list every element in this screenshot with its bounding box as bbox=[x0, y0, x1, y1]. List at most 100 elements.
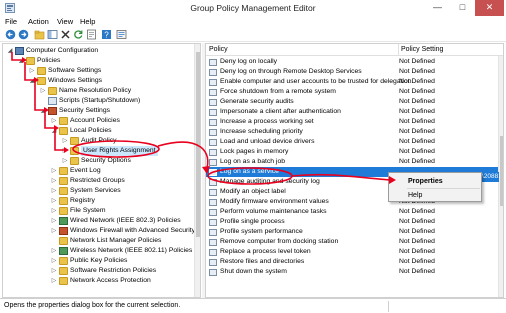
scrollbar-thumb[interactable] bbox=[196, 52, 200, 237]
folder-icon bbox=[59, 187, 68, 195]
menu-file[interactable]: File bbox=[5, 17, 17, 26]
policy-row[interactable]: Perform volume maintenance tasks Not Defi… bbox=[206, 207, 498, 217]
title-bar[interactable]: Group Policy Management Editor — □ ✕ bbox=[0, 0, 506, 16]
close-button[interactable]: ✕ bbox=[475, 0, 504, 16]
folder-icon bbox=[37, 67, 46, 75]
policy-row[interactable]: Deny log on locally Not Defined bbox=[206, 57, 498, 67]
policy-name: Generate security audits bbox=[220, 98, 294, 105]
expanded-arrow-icon[interactable]: ◢ bbox=[7, 46, 13, 56]
expanded-arrow-icon[interactable]: ◢ bbox=[18, 56, 24, 66]
details-pane[interactable]: Policy Policy Setting Deny log on locall… bbox=[205, 43, 504, 298]
collapsed-arrow-icon[interactable]: ▷ bbox=[51, 276, 57, 286]
collapsed-arrow-icon[interactable]: ▷ bbox=[51, 266, 57, 276]
menu-view[interactable]: View bbox=[57, 17, 73, 26]
collapsed-arrow-icon[interactable]: ▷ bbox=[29, 66, 35, 76]
policy-row[interactable]: Force shutdown from a remote system Not D… bbox=[206, 87, 498, 97]
maximize-button[interactable]: □ bbox=[450, 0, 475, 16]
minimize-button[interactable]: — bbox=[425, 0, 450, 16]
policy-icon bbox=[209, 109, 217, 116]
collapsed-arrow-icon[interactable]: ▷ bbox=[40, 86, 46, 96]
menu-action[interactable]: Action bbox=[28, 17, 49, 26]
computer-icon bbox=[15, 47, 24, 55]
folder-icon bbox=[59, 207, 68, 215]
collapsed-arrow-icon[interactable]: ▷ bbox=[51, 186, 57, 196]
export-list-icon[interactable] bbox=[86, 29, 97, 40]
show-hide-tree-icon[interactable] bbox=[47, 29, 58, 40]
delete-icon[interactable] bbox=[60, 29, 71, 40]
policy-row[interactable]: Generate security audits Not Defined bbox=[206, 97, 498, 107]
expanded-arrow-icon[interactable]: ◢ bbox=[29, 76, 35, 86]
scrollbar-thumb[interactable] bbox=[500, 136, 503, 206]
policy-name: Impersonate a client after authenticatio… bbox=[220, 108, 341, 115]
up-folder-icon[interactable] bbox=[34, 29, 45, 40]
collapsed-arrow-icon[interactable]: ▷ bbox=[51, 226, 57, 236]
wireless-icon bbox=[59, 247, 68, 255]
collapsed-arrow-icon[interactable]: ▷ bbox=[51, 176, 57, 186]
properties-icon[interactable] bbox=[116, 29, 127, 40]
policy-row[interactable]: Enable computer and user accounts to be … bbox=[206, 77, 498, 87]
column-header-policy-setting[interactable]: Policy Setting bbox=[401, 46, 443, 53]
policy-setting: Not Defined bbox=[399, 148, 435, 155]
policy-row[interactable]: Profile system performance Not Defined bbox=[206, 227, 498, 237]
policy-setting: Not Defined bbox=[399, 248, 435, 255]
collapsed-arrow-icon[interactable]: ▷ bbox=[51, 256, 57, 266]
context-menu-properties[interactable]: Properties bbox=[390, 175, 480, 188]
column-divider[interactable] bbox=[398, 44, 399, 56]
tree-item-label: Local Policies bbox=[70, 127, 112, 134]
policy-icon bbox=[209, 119, 217, 126]
collapsed-arrow-icon bbox=[40, 96, 46, 106]
folder-icon bbox=[59, 127, 68, 135]
policy-setting: Not Defined bbox=[399, 268, 435, 275]
collapsed-arrow-icon[interactable]: ▷ bbox=[62, 146, 68, 156]
policy-row[interactable]: Increase scheduling priority Not Defined bbox=[206, 127, 498, 137]
policy-name: Perform volume maintenance tasks bbox=[220, 208, 327, 215]
expanded-arrow-icon[interactable]: ◢ bbox=[51, 126, 57, 136]
collapsed-arrow-icon[interactable]: ▷ bbox=[51, 196, 57, 206]
policy-row[interactable]: Load and unload device drivers Not Define… bbox=[206, 137, 498, 147]
policy-row[interactable]: Remove computer from docking station Not … bbox=[206, 237, 498, 247]
policy-setting: Not Defined bbox=[399, 138, 435, 145]
policy-icon bbox=[209, 69, 217, 76]
tree-item-label: Software Settings bbox=[48, 67, 102, 74]
policy-icon bbox=[209, 159, 217, 166]
scripts-icon bbox=[48, 97, 57, 105]
tree-scrollbar[interactable] bbox=[194, 44, 200, 297]
collapsed-arrow-icon[interactable]: ▷ bbox=[62, 136, 68, 146]
context-menu-help[interactable]: Help bbox=[390, 189, 480, 202]
tree-item-label: Security Settings bbox=[59, 107, 110, 114]
forward-icon[interactable] bbox=[18, 29, 29, 40]
menu-help[interactable]: Help bbox=[80, 17, 95, 26]
policy-row[interactable]: Lock pages in memory Not Defined bbox=[206, 147, 498, 157]
policy-row[interactable]: Deny log on through Remote Desktop Servi… bbox=[206, 67, 498, 77]
refresh-icon[interactable] bbox=[73, 29, 84, 40]
tree-item-label: Wired Network (IEEE 802.3) Policies bbox=[70, 217, 181, 224]
policy-row[interactable]: Impersonate a client after authenticatio… bbox=[206, 107, 498, 117]
collapsed-arrow-icon[interactable]: ▷ bbox=[62, 156, 68, 166]
console-tree[interactable]: ◢ Computer Configuration ◢ Policies ▷ Softwar… bbox=[2, 43, 201, 298]
folder-icon bbox=[59, 267, 68, 275]
collapsed-arrow-icon[interactable]: ▷ bbox=[51, 246, 57, 256]
policy-row[interactable]: Profile single process Not Defined bbox=[206, 217, 498, 227]
tree-item-label: File System bbox=[70, 207, 106, 214]
policy-row[interactable]: Replace a process level token Not Defined bbox=[206, 247, 498, 257]
collapsed-arrow-icon[interactable]: ▷ bbox=[51, 116, 57, 126]
tree-item-label: Scripts (Startup/Shutdown) bbox=[59, 97, 141, 104]
policy-row[interactable]: Increase a process working set Not Define… bbox=[206, 117, 498, 127]
column-header-policy[interactable]: Policy bbox=[209, 46, 228, 53]
policy-name: Log on as a batch job bbox=[220, 158, 285, 165]
policy-row[interactable]: Restore files and directories Not Defined bbox=[206, 257, 498, 267]
expanded-arrow-icon[interactable]: ◢ bbox=[40, 106, 46, 116]
help-icon[interactable]: ? bbox=[101, 29, 112, 40]
app-window: Group Policy Management Editor — □ ✕ Fil… bbox=[0, 0, 506, 313]
policy-icon bbox=[209, 179, 217, 186]
policy-name: Restore files and directories bbox=[220, 258, 305, 265]
policy-row[interactable]: Shut down the system Not Defined bbox=[206, 267, 498, 277]
back-icon[interactable] bbox=[5, 29, 16, 40]
collapsed-arrow-icon[interactable]: ▷ bbox=[51, 216, 57, 226]
policy-setting: Not Defined bbox=[399, 238, 435, 245]
policy-row[interactable]: Log on as a batch job Not Defined bbox=[206, 157, 498, 167]
collapsed-arrow-icon[interactable]: ▷ bbox=[51, 166, 57, 176]
policy-icon bbox=[209, 239, 217, 246]
tree-item-label: Windows Firewall with Advanced Security bbox=[70, 227, 196, 234]
collapsed-arrow-icon[interactable]: ▷ bbox=[51, 206, 57, 216]
